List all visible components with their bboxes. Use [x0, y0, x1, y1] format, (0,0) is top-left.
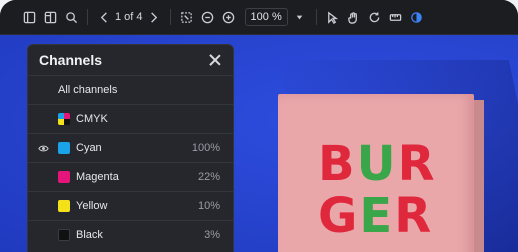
- rotate-icon[interactable]: [366, 8, 384, 26]
- zoom-field[interactable]: 100 %: [244, 8, 288, 26]
- zoom-out-icon[interactable]: [199, 8, 217, 26]
- panel-title: Channels: [39, 52, 103, 68]
- channel-percent: 3%: [204, 229, 220, 241]
- channel-percent: 10%: [197, 200, 220, 212]
- panel-header: Channels: [28, 45, 233, 76]
- viewer-window: 1 of 4 100 % BUR GER Channels All channe…: [0, 0, 518, 252]
- brand-line-2: GER: [318, 188, 434, 244]
- yellow-swatch: [58, 200, 70, 212]
- brand-logo-text: BUR GER: [318, 138, 437, 242]
- channel-label: Cyan: [76, 142, 102, 154]
- pointer-icon[interactable]: [324, 8, 342, 26]
- channel-row-all[interactable]: All channels: [28, 76, 233, 105]
- cyan-swatch: [58, 142, 70, 154]
- channel-row-magenta[interactable]: Magenta 22%: [28, 163, 233, 192]
- hand-icon[interactable]: [345, 8, 363, 26]
- brand-line-1: BUR: [318, 136, 437, 192]
- eye-icon[interactable]: [38, 143, 52, 154]
- channel-row-yellow[interactable]: Yellow 10%: [28, 192, 233, 221]
- divider: [315, 9, 317, 25]
- search-icon[interactable]: [62, 8, 80, 26]
- panels-icon[interactable]: [41, 8, 59, 26]
- channel-label: Magenta: [76, 171, 119, 183]
- toolbar: 1 of 4 100 %: [0, 0, 518, 35]
- page-indicator: 1 of 4: [115, 11, 143, 23]
- sidebar-icon[interactable]: [20, 8, 38, 26]
- channel-label: Black: [76, 229, 103, 241]
- black-swatch: [58, 229, 70, 241]
- cmyk-swatch: [58, 113, 70, 125]
- ruler-icon[interactable]: [387, 8, 405, 26]
- channel-row-black[interactable]: Black 3%: [28, 221, 233, 249]
- channel-row-cyan[interactable]: Cyan 100%: [28, 134, 233, 163]
- channel-label: All channels: [58, 84, 118, 96]
- divider: [169, 9, 171, 25]
- channel-label: CMYK: [76, 113, 108, 125]
- channel-percent: 22%: [197, 171, 220, 183]
- prev-page-icon[interactable]: [95, 8, 113, 26]
- channel-percent: 100%: [191, 142, 220, 154]
- select-area-icon[interactable]: [178, 8, 196, 26]
- zoom-in-icon[interactable]: [220, 8, 238, 26]
- contrast-icon[interactable]: [408, 8, 426, 26]
- divider: [87, 9, 88, 25]
- zoom-value: 100 %: [250, 11, 282, 23]
- channels-panel: Channels All channels CMYK Cyan 100% Mag…: [27, 44, 234, 252]
- channel-row-cmyk[interactable]: CMYK: [28, 105, 233, 134]
- close-icon[interactable]: [208, 53, 222, 67]
- magenta-swatch: [58, 171, 70, 183]
- next-page-icon[interactable]: [145, 8, 163, 26]
- box-side: [474, 100, 484, 252]
- chevron-down-icon[interactable]: [291, 8, 309, 26]
- channel-label: Yellow: [76, 200, 108, 212]
